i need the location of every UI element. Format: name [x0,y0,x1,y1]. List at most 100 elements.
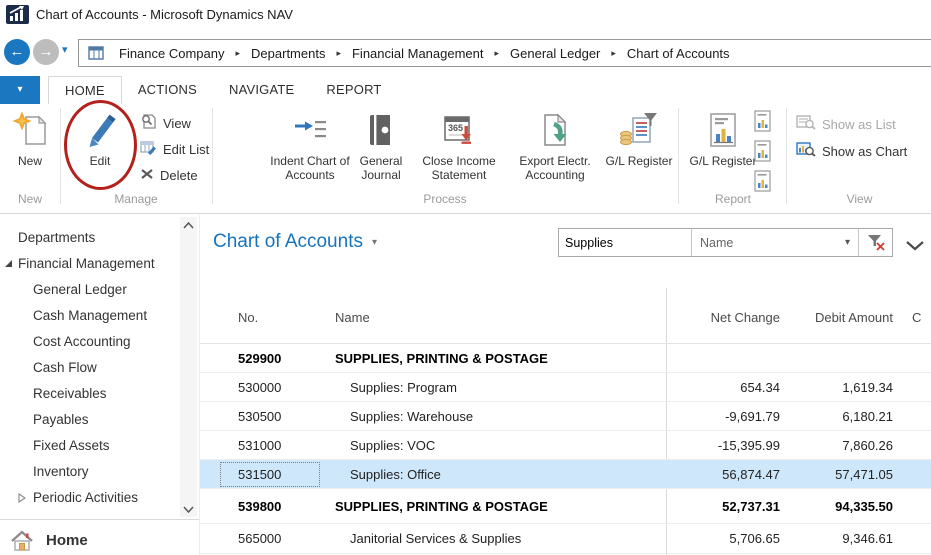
delete-button[interactable]: Delete [140,164,198,186]
sidebar-item-receivables[interactable]: Receivables [0,381,178,407]
indent-chart-of-accounts-button[interactable]: Indent Chart of Accounts [256,108,364,182]
search-input[interactable] [559,229,691,256]
forward-arrow-icon: → [39,43,54,60]
sidebar-item-cash-management[interactable]: Cash Management [0,303,178,329]
edit-pencil-icon [82,108,118,152]
export-electr-accounting-button[interactable]: Export Electr. Accounting [506,108,604,182]
table-row[interactable]: 530500 Supplies: Warehouse -9,691.79 6,1… [200,402,931,431]
delete-x-icon [140,167,154,184]
tab-home[interactable]: HOME [48,76,122,104]
edit-button[interactable]: Edit [68,108,132,168]
table-row[interactable]: 539800 SUPPLIES, PRINTING & POSTAGE 52,7… [200,489,931,524]
ribbon-tab-row: ▾ HOME ACTIONS NAVIGATE REPORT [0,72,931,104]
mini-report-button[interactable] [752,108,772,134]
back-arrow-icon: ← [10,43,25,60]
sidebar-scrollbar[interactable] [180,217,197,517]
column-header-name[interactable]: Name [320,300,666,343]
sidebar-item-cash-flow[interactable]: Cash Flow [0,355,178,381]
scroll-up-icon[interactable] [180,217,197,233]
gl-register-report-button[interactable]: G/L Register [688,108,758,168]
mini-report-button[interactable] [752,168,772,194]
history-dropdown-icon[interactable]: ▾ [62,43,68,56]
mini-report-icon [754,140,771,162]
view-magnifier-icon [140,113,157,133]
breadcrumb-separator-icon: ▸ [327,48,350,59]
column-header-debit-amount[interactable]: Debit Amount [780,300,896,343]
window-title: Chart of Accounts - Microsoft Dynamics N… [36,7,293,22]
breadcrumb-item-general-ledger[interactable]: General Ledger [508,46,602,61]
app-menu-caret-icon: ▾ [17,84,22,95]
collapsed-triangle-icon[interactable] [17,493,26,503]
tab-navigate[interactable]: NAVIGATE [213,76,310,104]
gl-register-button[interactable]: G/L Register [604,108,674,168]
tab-actions[interactable]: ACTIONS [122,76,213,104]
show-as-chart-button[interactable]: Show as Chart [796,140,907,162]
home-icon [10,530,34,552]
show-as-list-label: Show as List [822,117,896,132]
close-income-statement-button[interactable]: 365 Close Income Statement [414,108,504,182]
new-button[interactable]: New [2,108,58,168]
address-bar[interactable]: Finance Company ▸ Departments ▸ Financia… [78,39,931,67]
group-label-new: New [0,192,60,206]
mini-report-button[interactable] [752,138,772,164]
breadcrumb-item-departments[interactable]: Departments [249,46,327,61]
general-journal-button[interactable]: General Journal [350,108,412,182]
table-row[interactable]: 565000 Janitorial Services & Supplies 5,… [200,524,931,554]
clear-filter-button[interactable] [859,229,892,256]
expanded-triangle-icon[interactable] [4,259,13,268]
sidebar-item-payables[interactable]: Payables [0,407,178,433]
indent-icon [293,108,327,152]
breadcrumb-item-chart-of-accounts[interactable]: Chart of Accounts [625,46,732,61]
sidebar-item-periodic-activities[interactable]: Periodic Activities [0,485,178,511]
breadcrumb-separator-icon: ▸ [602,48,625,59]
column-header-no[interactable]: No. [200,300,320,343]
export-electr-accounting-button-label: Export Electr. Accounting [506,154,604,182]
table-row[interactable]: 531000 Supplies: VOC -15,395.99 7,860.26 [200,431,931,460]
sidebar-item-departments[interactable]: Departments [0,225,178,251]
filter-column-dropdown[interactable]: Name ▾ [692,229,858,256]
table-row-selected[interactable]: 531500 Supplies: Office 56,874.47 57,471… [200,460,931,489]
edit-list-grid-icon [140,140,157,158]
indent-button-label: Indent Chart of Accounts [256,154,364,182]
filter-box: Name ▾ [558,228,893,257]
calendar-365-icon: 365 [443,108,475,152]
view-button[interactable]: View [140,112,191,134]
focused-cell[interactable]: 531500 [220,462,320,487]
application-menu-button[interactable]: ▾ [0,76,40,104]
gl-register-icon [620,108,658,152]
page-title-caret-icon[interactable]: ▾ [372,237,377,248]
ribbon-separator [678,108,679,204]
sidebar-item-cost-accounting[interactable]: Cost Accounting [0,329,178,355]
filter-column-value: Name [700,236,733,250]
delete-button-label: Delete [160,168,198,183]
breadcrumb-separator-icon: ▸ [227,48,250,59]
edit-list-button[interactable]: Edit List [140,138,209,160]
general-journal-icon [367,108,395,152]
sidebar-item-financial-management[interactable]: Financial Management [0,251,178,277]
page-title[interactable]: Chart of Accounts▾ [213,231,377,253]
breadcrumb-item-financial-management[interactable]: Financial Management [350,46,486,61]
dynamics-nav-app-icon [6,5,29,24]
sidebar-item-general-ledger[interactable]: General Ledger [0,277,178,303]
home-nav-button[interactable]: Home [0,526,199,555]
tab-report[interactable]: REPORT [310,76,397,104]
sidebar-item-inventory[interactable]: Inventory [0,459,178,485]
table-row[interactable]: 530000 Supplies: Program 654.34 1,619.34 [200,373,931,402]
breadcrumb-item-company[interactable]: Finance Company [117,46,227,61]
back-button[interactable]: ← [4,39,30,65]
collapse-header-chevron-icon[interactable] [906,238,924,256]
column-header-credit-amount[interactable]: C [896,300,931,343]
navigation-pane: Departments Financial Management General… [0,215,200,555]
column-header-net-change[interactable]: Net Change [666,300,780,343]
scroll-down-icon[interactable] [180,501,197,517]
forward-button[interactable]: → [33,39,59,65]
view-button-label: View [163,116,191,131]
svg-text:365: 365 [448,123,463,133]
table-row[interactable]: 529900 SUPPLIES, PRINTING & POSTAGE [200,344,931,373]
gl-register-button-label: G/L Register [606,154,673,168]
breadcrumb: Finance Company ▸ Departments ▸ Financia… [117,46,732,61]
sidebar-item-fixed-assets[interactable]: Fixed Assets [0,433,178,459]
table-header: No. Name Net Change Debit Amount C [200,300,931,343]
ribbon-separator [786,108,787,204]
ribbon-tabs: HOME ACTIONS NAVIGATE REPORT [48,76,398,104]
